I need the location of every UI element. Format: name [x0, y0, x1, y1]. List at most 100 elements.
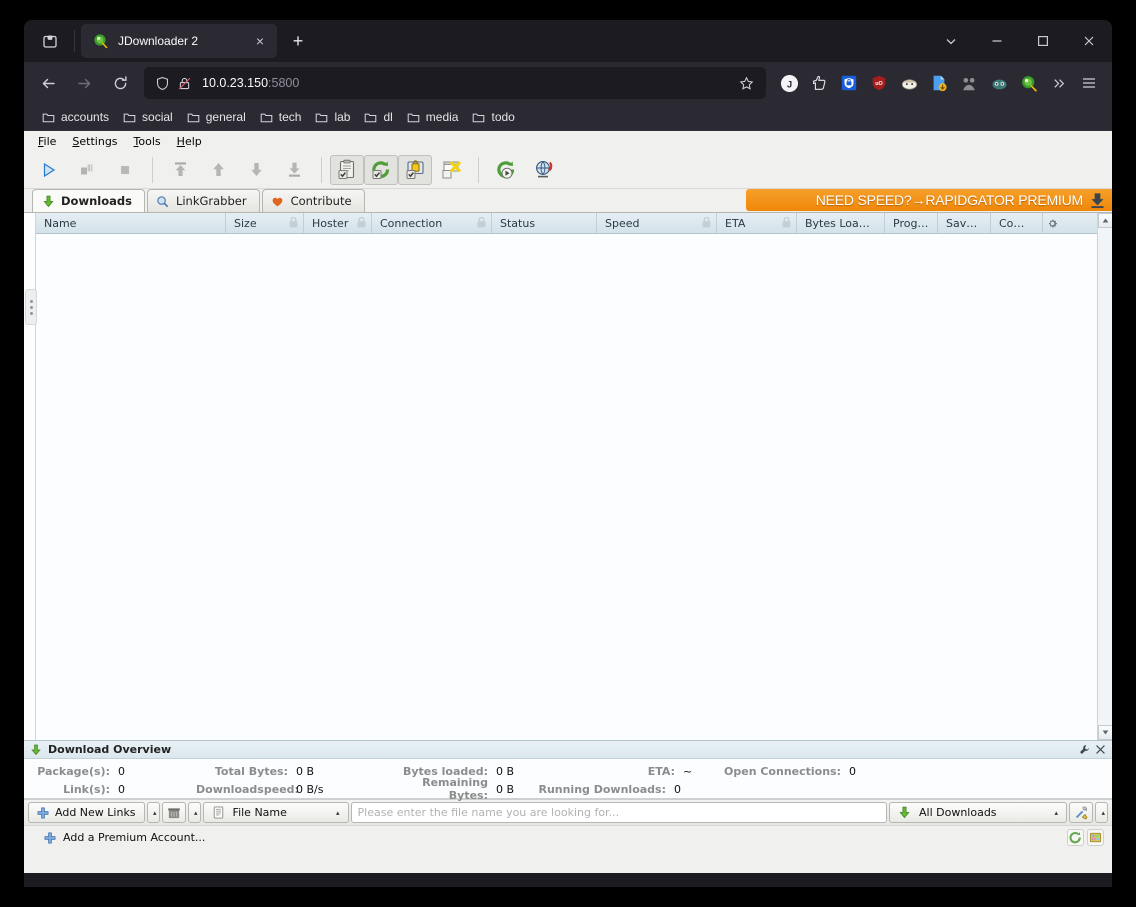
menu-tools-rest: ools — [138, 134, 161, 148]
wrench-icon[interactable] — [1079, 744, 1090, 755]
pause-downloads-button[interactable] — [68, 153, 106, 187]
overflow-menu-icon[interactable] — [1044, 68, 1074, 98]
bookmark-social[interactable]: social — [117, 107, 179, 128]
filter-column-selector[interactable]: File Name ▴ — [202, 802, 349, 823]
maximize-button[interactable] — [1020, 20, 1066, 62]
column-header-status[interactable]: Status — [492, 213, 597, 233]
url-text[interactable]: 10.0.23.150:5800 — [196, 76, 736, 90]
window-controls — [928, 20, 1112, 62]
close-window-button[interactable] — [1066, 20, 1112, 62]
tab-linkgrabber[interactable]: LinkGrabber — [146, 189, 260, 212]
column-header-eta[interactable]: ETA — [717, 213, 797, 233]
table-vertical-scrollbar[interactable] — [1097, 213, 1112, 740]
minimize-button[interactable] — [974, 20, 1020, 62]
app-menu-icon[interactable] — [1074, 68, 1104, 98]
ublock-origin-icon[interactable]: uO — [864, 68, 894, 98]
tab-close-icon[interactable]: × — [249, 30, 271, 52]
reload-button[interactable] — [104, 67, 136, 99]
tab-list-button[interactable] — [32, 25, 68, 57]
modules-status-icon[interactable] — [1087, 829, 1104, 846]
bookmark-accounts[interactable]: accounts — [36, 107, 115, 128]
menu-help[interactable]: Help — [169, 133, 210, 150]
filter-tools-dropdown[interactable]: ▴ — [1095, 802, 1108, 823]
clipboard-observer-toggle[interactable] — [330, 154, 364, 185]
pocket-icon[interactable] — [804, 68, 834, 98]
column-header-progress[interactable]: Prog… — [885, 213, 938, 233]
downloads-filter-selector[interactable]: All Downloads ▴ — [889, 802, 1067, 823]
table-rows-empty[interactable] — [36, 234, 1097, 740]
sidebar-splitter-handle[interactable] — [25, 289, 37, 325]
column-header-comment[interactable]: Co… — [991, 213, 1043, 233]
badger-icon[interactable] — [894, 68, 924, 98]
rapidgator-premium-banner[interactable]: NEED SPEED?→RAPIDGATOR PREMIUM — [746, 189, 1112, 211]
bookmark-general[interactable]: general — [181, 107, 252, 128]
bitwarden-icon[interactable] — [834, 68, 864, 98]
add-new-links-button[interactable]: Add New Links — [28, 802, 145, 823]
back-button[interactable] — [32, 67, 64, 99]
column-header-name[interactable]: Name — [36, 213, 226, 233]
reconnect-toggle[interactable] — [364, 154, 398, 185]
new-tab-button[interactable]: + — [283, 26, 313, 56]
bookmark-star-icon[interactable] — [736, 73, 756, 93]
premium-toggle[interactable] — [398, 154, 432, 185]
download-helper-icon[interactable] — [924, 68, 954, 98]
overview-label-eta: ETA: — [647, 764, 675, 778]
column-header-size[interactable]: Size — [226, 213, 304, 233]
stop-downloads-button[interactable] — [106, 153, 144, 187]
filter-tools-button[interactable] — [1069, 802, 1093, 823]
column-header-bytes-loaded[interactable]: Bytes Loa… — [797, 213, 885, 233]
menu-file[interactable]: File — [30, 133, 64, 150]
lock-disabled-icon[interactable] — [174, 73, 194, 93]
bookmark-todo[interactable]: todo — [466, 107, 520, 128]
jdownloader-extension-icon[interactable] — [1014, 68, 1044, 98]
bookmark-lab[interactable]: lab — [309, 107, 356, 128]
column-header-hoster[interactable]: Hoster — [304, 213, 372, 233]
delete-selection-button[interactable] — [432, 153, 470, 187]
extensions-row: J uO — [774, 68, 1104, 98]
search-input[interactable]: Please enter the file name you are looki… — [350, 802, 887, 823]
close-overview-icon[interactable] — [1095, 744, 1106, 755]
force-reconnect-button[interactable] — [525, 153, 563, 187]
bookmark-media[interactable]: media — [401, 107, 465, 128]
column-settings-button[interactable] — [1043, 213, 1061, 233]
column-header-connection[interactable]: Connection — [372, 213, 492, 233]
browser-tab[interactable]: JDownloader 2 × — [81, 24, 277, 58]
start-downloads-button[interactable] — [30, 153, 68, 187]
menu-tools[interactable]: Tools — [126, 133, 169, 150]
auto-reconnect-button[interactable] — [487, 153, 525, 187]
browser-extension-icon[interactable] — [984, 68, 1014, 98]
column-header-speed[interactable]: Speed — [597, 213, 717, 233]
jdownloader-favicon — [93, 33, 109, 49]
address-bar[interactable]: 10.0.23.150:5800 — [144, 67, 766, 99]
clear-list-button[interactable] — [161, 802, 186, 823]
menu-settings-rest: ettings — [79, 134, 118, 148]
scroll-down-button[interactable] — [1097, 725, 1112, 740]
move-up-button[interactable] — [199, 153, 237, 187]
column-header-saved[interactable]: Sav… — [938, 213, 991, 233]
list-all-tabs-icon[interactable] — [928, 20, 974, 62]
scroll-up-button[interactable] — [1097, 213, 1112, 228]
profile-avatar-j[interactable]: J — [774, 68, 804, 98]
shield-icon[interactable] — [152, 73, 172, 93]
move-down-button[interactable] — [237, 153, 275, 187]
status-bar-icons — [1067, 829, 1104, 846]
forward-button[interactable] — [68, 67, 100, 99]
bookmark-dl[interactable]: dl — [358, 107, 398, 128]
add-new-links-dropdown[interactable]: ▴ — [146, 802, 160, 823]
reconnect-status-icon[interactable] — [1067, 829, 1084, 846]
magnifier-icon — [156, 194, 170, 208]
dark-reader-icon[interactable] — [954, 68, 984, 98]
add-new-links-label: Add New Links — [55, 806, 136, 819]
overview-label-remaining-bytes: Remaining Bytes: — [422, 776, 488, 802]
clear-list-dropdown[interactable]: ▴ — [187, 802, 201, 823]
move-to-bottom-button[interactable] — [275, 153, 313, 187]
add-premium-account-link[interactable]: Add a Premium Account... — [63, 831, 205, 844]
promo-text: NEED SPEED?→RAPIDGATOR PREMIUM — [815, 192, 1084, 208]
menu-settings[interactable]: Settings — [64, 133, 125, 150]
bookmark-label: dl — [383, 110, 393, 124]
bookmark-tech[interactable]: tech — [254, 107, 308, 128]
downloads-filter-arrow: ▴ — [1054, 808, 1058, 817]
tab-contribute[interactable]: Contribute — [261, 189, 365, 212]
move-to-top-button[interactable] — [161, 153, 199, 187]
tab-downloads[interactable]: Downloads — [32, 189, 145, 212]
